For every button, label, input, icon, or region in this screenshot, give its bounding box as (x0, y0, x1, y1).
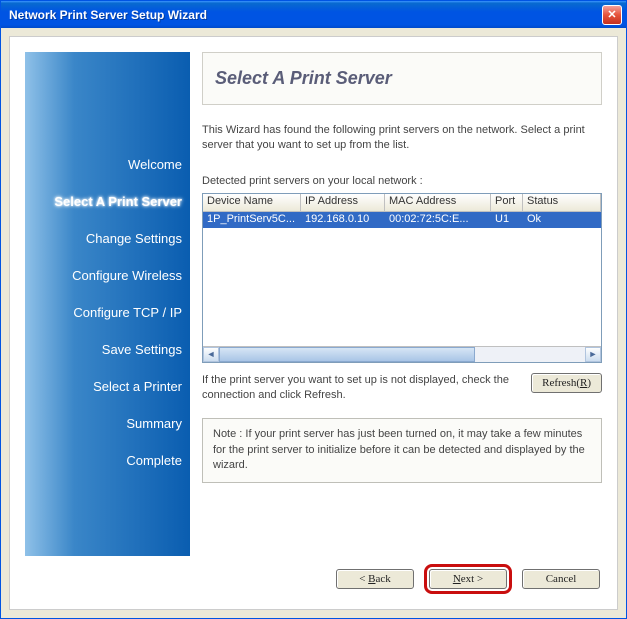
scroll-right-button[interactable]: ► (585, 347, 601, 362)
col-ip-address[interactable]: IP Address (301, 194, 385, 211)
sidebar-item-select-printer[interactable]: Select a Printer (93, 379, 182, 394)
next-button[interactable]: Next > (429, 569, 507, 589)
scroll-thumb[interactable] (219, 347, 475, 362)
table-row[interactable]: 1P_PrintServ5C... 192.168.0.10 00:02:72:… (203, 212, 601, 228)
cancel-button[interactable]: Cancel (522, 569, 600, 589)
next-button-highlight: Next > (424, 564, 512, 594)
detected-label: Detected print servers on your local net… (202, 175, 602, 187)
scroll-left-button[interactable]: ◄ (203, 347, 219, 362)
print-server-table[interactable]: Device Name IP Address MAC Address Port … (202, 193, 602, 363)
sidebar-item-summary[interactable]: Summary (126, 416, 182, 431)
sidebar-item-change-settings[interactable]: Change Settings (86, 231, 182, 246)
window-title: Network Print Server Setup Wizard (9, 8, 602, 22)
col-status[interactable]: Status (523, 194, 601, 211)
main-panel: Select A Print Server This Wizard has fo… (202, 52, 602, 556)
col-port[interactable]: Port (491, 194, 523, 211)
content-row: Welcome Select A Print Server Change Set… (25, 52, 602, 556)
page-title: Select A Print Server (215, 68, 589, 89)
sidebar-item-welcome[interactable]: Welcome (128, 157, 182, 172)
close-icon: ✕ (607, 8, 616, 21)
cell-ip: 192.168.0.10 (301, 212, 385, 228)
sidebar-item-configure-wireless[interactable]: Configure Wireless (72, 268, 182, 283)
scroll-track[interactable] (219, 347, 585, 362)
note-box: Note : If your print server has just bee… (202, 418, 602, 482)
horizontal-scrollbar[interactable]: ◄ ► (203, 346, 601, 362)
wizard-sidebar: Welcome Select A Print Server Change Set… (25, 52, 190, 556)
sidebar-item-select-print-server[interactable]: Select A Print Server (54, 194, 182, 209)
titlebar[interactable]: Network Print Server Setup Wizard ✕ (1, 1, 626, 28)
sidebar-item-configure-tcpip[interactable]: Configure TCP / IP (73, 305, 182, 320)
cell-port: U1 (491, 212, 523, 228)
refresh-button[interactable]: Refresh(R) (531, 373, 602, 393)
heading-box: Select A Print Server (202, 52, 602, 105)
sidebar-item-complete[interactable]: Complete (126, 453, 182, 468)
refresh-help-text: If the print server you want to set up i… (202, 373, 521, 403)
window-body: Welcome Select A Print Server Change Set… (9, 36, 618, 610)
table-body: 1P_PrintServ5C... 192.168.0.10 00:02:72:… (203, 212, 601, 346)
cell-status: Ok (523, 212, 601, 228)
table-header: Device Name IP Address MAC Address Port … (203, 194, 601, 212)
sidebar-item-save-settings[interactable]: Save Settings (102, 342, 182, 357)
col-mac-address[interactable]: MAC Address (385, 194, 491, 211)
refresh-row: If the print server you want to set up i… (202, 373, 602, 403)
chevron-left-icon: ◄ (207, 349, 216, 359)
col-device-name[interactable]: Device Name (203, 194, 301, 211)
close-button[interactable]: ✕ (602, 5, 622, 25)
cell-device: 1P_PrintServ5C... (203, 212, 301, 228)
chevron-right-icon: ► (589, 349, 598, 359)
wizard-footer: < Back Next > Cancel (25, 556, 602, 594)
app-window: Network Print Server Setup Wizard ✕ Welc… (0, 0, 627, 619)
cell-mac: 00:02:72:5C:E... (385, 212, 491, 228)
intro-text: This Wizard has found the following prin… (202, 123, 602, 153)
back-button[interactable]: < Back (336, 569, 414, 589)
